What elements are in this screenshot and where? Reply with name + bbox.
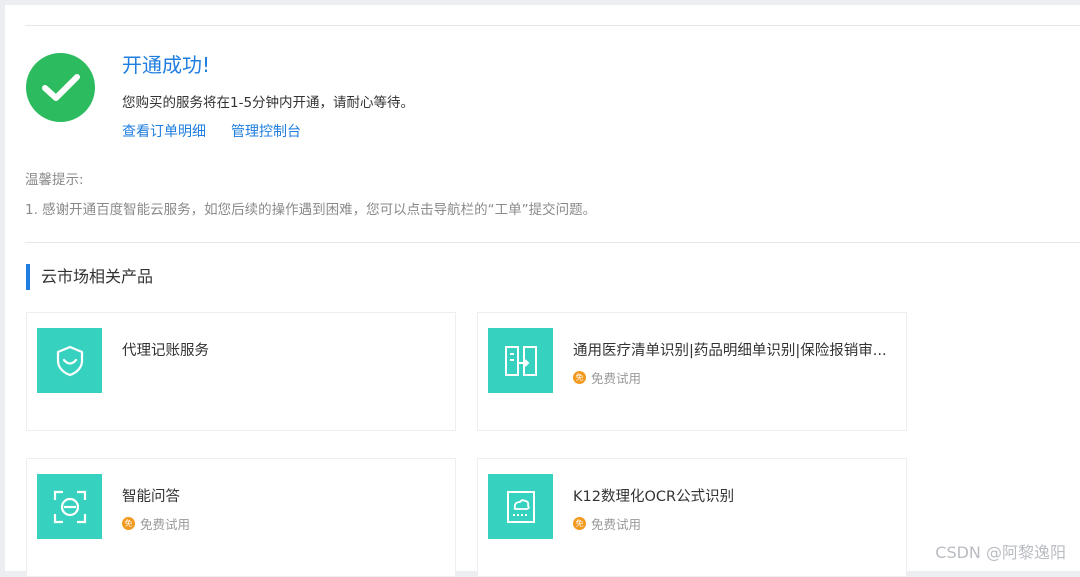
tips-title: 温馨提示:	[25, 168, 84, 188]
free-trial-label: 免费试用	[591, 514, 641, 533]
product-name: 智能问答	[122, 485, 447, 506]
section-divider	[25, 242, 1080, 243]
tips-item: 1. 感谢开通百度智能云服务，如您后续的操作遇到困难，您可以点击导航栏的“工单”…	[25, 198, 596, 218]
view-order-details-link[interactable]: 查看订单明细	[122, 121, 206, 141]
document-scan-icon	[488, 328, 553, 393]
free-trial-tag: 免 免费试用	[573, 368, 641, 387]
product-name: K12数理化OCR公式识别	[573, 485, 898, 506]
face-scan-icon	[37, 474, 102, 539]
free-trial-label: 免费试用	[591, 368, 641, 387]
free-badge-icon: 免	[573, 371, 586, 384]
product-card[interactable]: K12数理化OCR公式识别 免 免费试用	[477, 458, 907, 577]
product-name: 通用医疗清单识别|药品明细单识别|保险报销审...	[573, 339, 898, 360]
free-badge-icon: 免	[573, 517, 586, 530]
page: 开通成功! 您购买的服务将在1-5分钟内开通，请耐心等待。 查看订单明细 管理控…	[5, 5, 1080, 571]
shield-smile-icon	[37, 328, 102, 393]
free-trial-tag: 免 免费试用	[122, 514, 190, 533]
product-name: 代理记账服务	[122, 339, 447, 360]
success-description: 您购买的服务将在1-5分钟内开通，请耐心等待。	[122, 91, 414, 111]
watermark: CSDN @阿黎逸阳	[935, 539, 1066, 563]
section-title: 云市场相关产品	[41, 264, 153, 290]
action-links: 查看订单明细 管理控制台	[122, 121, 301, 141]
free-badge-icon: 免	[122, 517, 135, 530]
check-circle-icon	[26, 53, 95, 122]
manage-console-link[interactable]: 管理控制台	[231, 121, 301, 141]
section-accent-bar	[26, 264, 30, 290]
product-card[interactable]: 代理记账服务	[26, 312, 456, 431]
success-title: 开通成功!	[122, 49, 210, 78]
product-card[interactable]: 通用医疗清单识别|药品明细单识别|保险报销审... 免 免费试用	[477, 312, 907, 431]
product-card[interactable]: 智能问答 免 免费试用	[26, 458, 456, 577]
free-trial-tag: 免 免费试用	[573, 514, 641, 533]
cloud-scan-icon	[488, 474, 553, 539]
free-trial-label: 免费试用	[140, 514, 190, 533]
top-divider	[25, 25, 1080, 26]
